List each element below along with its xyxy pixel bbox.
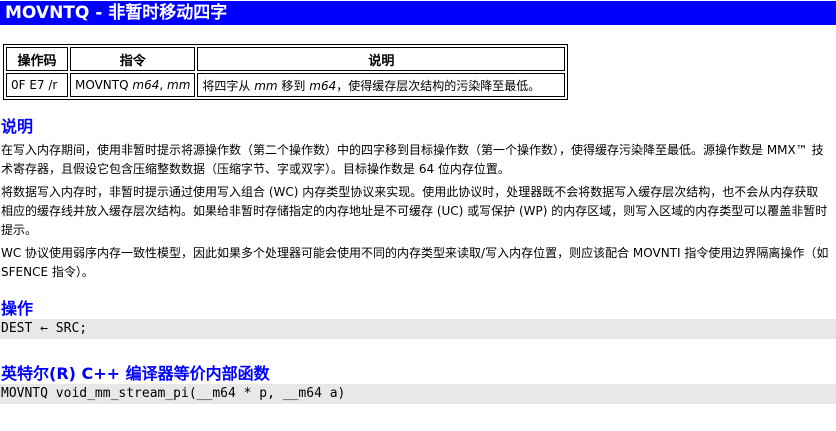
intrinsic-code: MOVNTQ void_mm_stream_pi(__m64 * p, __m6… (0, 384, 836, 404)
intrinsic-section: 英特尔(R) C++ 编译器等价内部函数 MOVNTQ void_mm_stre… (0, 360, 836, 404)
table-header-row: 操作码 指令 说明 (6, 47, 566, 71)
description-heading: 说明 (1, 117, 34, 136)
description-section: 说明 在写入内存期间，使用非暂时提示将源操作数（第二个操作数）中的四字移到目标操… (0, 113, 836, 282)
header-opcode: 操作码 (6, 47, 68, 71)
cell-description: 将四字从 mm 移到 m64，使得缓存层次结构的污染降至最低。 (197, 73, 566, 97)
description-paragraph-2: 将数据写入内存时，非暂时提示通过使用写入组合 (WC) 内存类型协议来实现。使用… (1, 185, 828, 237)
intrinsic-heading: 英特尔(R) C++ 编译器等价内部函数 (1, 364, 270, 383)
instruction-mnemonic: MOVNTQ (75, 78, 129, 92)
page-title: MOVNTQ - 非暂时移动四字 (0, 1, 836, 25)
table-row: 0F E7 /r MOVNTQ m64, mm 将四字从 mm 移到 m64，使… (6, 73, 566, 97)
instruction-separator: , (159, 78, 167, 92)
cell-opcode: 0F E7 /r (6, 73, 68, 97)
desc-part-a: 将四字从 (202, 78, 255, 93)
header-description: 说明 (197, 47, 566, 71)
operation-code: DEST ← SRC; (0, 319, 836, 339)
cell-instruction: MOVNTQ m64, mm (70, 73, 196, 97)
desc-part-c: ，使得缓存层次结构的污染降至最低。 (336, 78, 541, 93)
instruction-operand-dest: m64 (132, 78, 160, 92)
instruction-operand-src: mm (167, 78, 191, 92)
opcode-table-wrapper: 操作码 指令 说明 0F E7 /r MOVNTQ m64, mm 将四字从 m… (3, 44, 836, 100)
description-paragraph-3: WC 协议使用弱序内存一致性模型，因此如果多个处理器可能会使用不同的内存类型来读… (1, 246, 829, 279)
desc-operand-mm: mm (254, 78, 278, 93)
description-paragraph-1: 在写入内存期间，使用非暂时提示将源操作数（第二个操作数）中的四字移到目标操作数（… (1, 143, 824, 176)
operation-section: 操作 DEST ← SRC; (0, 295, 836, 339)
desc-part-b: 移到 (277, 78, 310, 93)
opcode-table: 操作码 指令 说明 0F E7 /r MOVNTQ m64, mm 将四字从 m… (3, 44, 569, 100)
header-instruction: 指令 (70, 47, 196, 71)
operation-heading: 操作 (1, 299, 34, 318)
desc-operand-m64: m64 (309, 78, 337, 93)
